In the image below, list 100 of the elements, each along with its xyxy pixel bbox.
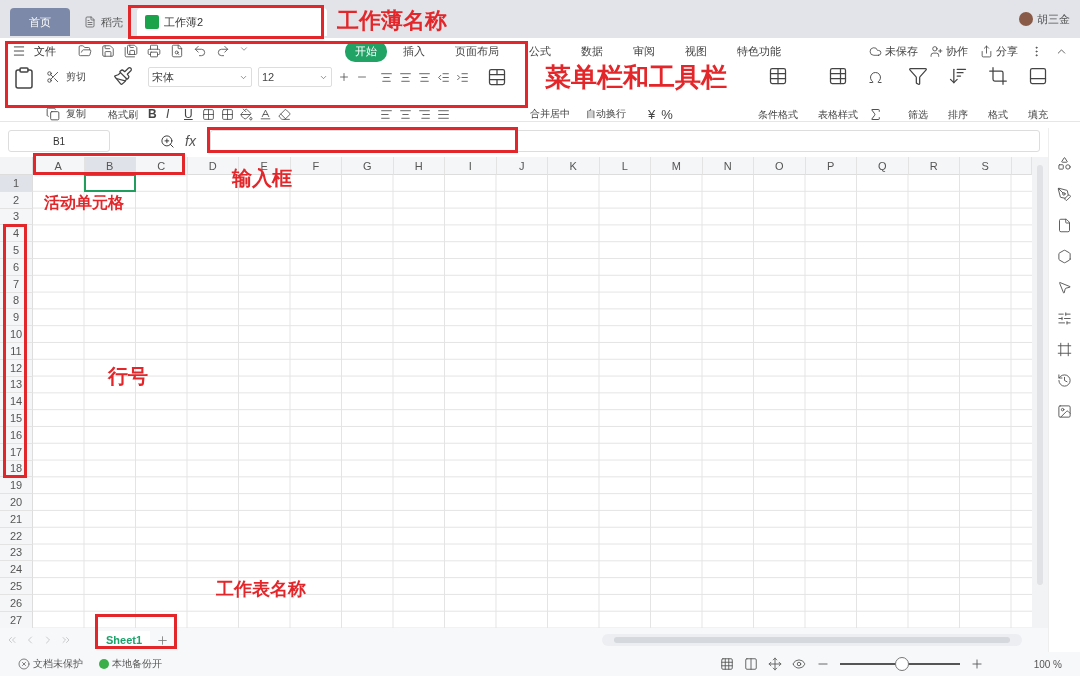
ribbon-button[interactable]: 筛选 xyxy=(898,66,938,121)
number-format-button[interactable]: ¥ xyxy=(648,106,656,122)
grow-font-icon[interactable] xyxy=(338,71,350,83)
pointer-icon[interactable] xyxy=(1057,280,1072,295)
document-tab[interactable]: 工作薄2 xyxy=(137,8,327,36)
printer-icon[interactable] xyxy=(147,44,161,58)
column-header[interactable]: K xyxy=(548,157,600,175)
font-style-button[interactable]: I xyxy=(166,107,178,121)
avatar[interactable] xyxy=(1019,12,1033,26)
menu-tab[interactable]: 公式 xyxy=(519,40,561,62)
align-middle-icon[interactable] xyxy=(399,70,412,84)
cut-label[interactable]: 剪切 xyxy=(66,70,86,84)
column-header[interactable]: O xyxy=(754,157,806,175)
align-left-icon[interactable] xyxy=(380,107,393,121)
horizontal-scrollbar[interactable] xyxy=(602,634,1022,646)
row-number[interactable]: 19 xyxy=(0,477,33,495)
column-header[interactable]: Q xyxy=(857,157,909,175)
toolbar-action[interactable]: 分享 xyxy=(980,43,1018,59)
column-header[interactable]: G xyxy=(342,157,394,175)
align-right-icon[interactable] xyxy=(418,107,431,121)
menu-icon[interactable] xyxy=(12,44,26,58)
sliders-icon[interactable] xyxy=(1057,311,1072,326)
row-number[interactable]: 24 xyxy=(0,561,33,579)
undo-icon[interactable] xyxy=(193,44,207,58)
ribbon-button[interactable]: 排序 xyxy=(938,66,978,121)
indent-increase-icon[interactable] xyxy=(456,70,469,84)
toolbar-action[interactable]: 协作 xyxy=(930,43,968,59)
number-format-button[interactable]: % xyxy=(661,106,673,122)
eraser-icon[interactable] xyxy=(278,107,291,121)
row-number[interactable]: 20 xyxy=(0,494,33,511)
active-cell[interactable] xyxy=(83,174,136,192)
formula-input[interactable] xyxy=(209,130,1040,152)
page-view-icon[interactable] xyxy=(743,657,758,671)
toolbar-action[interactable]: 未保存 xyxy=(869,43,918,59)
document-tab[interactable]: 稻壳 xyxy=(76,8,131,36)
copy-icon[interactable] xyxy=(46,107,60,121)
menu-tab[interactable]: 视图 xyxy=(675,40,717,62)
backup-status[interactable]: 本地备份开 xyxy=(99,657,162,671)
user-name[interactable]: 胡三金 xyxy=(1037,11,1070,27)
column-header[interactable]: H xyxy=(393,157,445,175)
grid-view-icon[interactable] xyxy=(719,657,734,671)
save-icon[interactable] xyxy=(101,44,115,58)
font-select[interactable]: 宋体 xyxy=(148,67,252,87)
menu-tab[interactable]: 特色功能 xyxy=(727,40,791,62)
frame-icon[interactable] xyxy=(1057,342,1072,357)
zoom-slider-thumb[interactable] xyxy=(895,657,910,671)
eye-icon[interactable] xyxy=(791,657,806,671)
wrap-text-button[interactable]: 自动换行 xyxy=(586,107,648,121)
font-color-icon[interactable] xyxy=(259,107,272,121)
menu-tab[interactable]: 页面布局 xyxy=(445,40,509,62)
ribbon-button[interactable]: 条件格式 xyxy=(748,66,808,121)
function-label[interactable]: fx xyxy=(185,133,196,149)
merge-cells-icon[interactable] xyxy=(487,67,507,87)
column-header[interactable]: N xyxy=(702,157,754,175)
border-icon[interactable] xyxy=(202,107,215,121)
merge-button[interactable]: 合并居中 xyxy=(530,107,570,121)
file-menu[interactable]: 文件 xyxy=(34,43,56,59)
menu-tab[interactable]: 数据 xyxy=(571,40,613,62)
ribbon-button[interactable]: 表格样式 xyxy=(808,66,868,121)
column-header[interactable]: L xyxy=(599,157,651,175)
align-bottom-icon[interactable] xyxy=(418,70,431,84)
shapes-icon[interactable] xyxy=(1057,156,1072,171)
format-painter-button[interactable]: 格式刷 xyxy=(98,66,148,121)
move-icon[interactable] xyxy=(767,657,782,671)
scissors-icon[interactable] xyxy=(46,70,60,84)
hexagon-icon[interactable] xyxy=(1057,249,1072,264)
history-icon[interactable] xyxy=(1057,373,1072,388)
name-box[interactable]: B1 xyxy=(8,130,110,152)
save-as-icon[interactable] xyxy=(124,44,138,58)
row-number[interactable]: 1 xyxy=(0,175,33,192)
ribbon-button[interactable]: 格式 xyxy=(978,66,1018,121)
paint-bucket-icon[interactable] xyxy=(240,107,253,121)
menu-tab[interactable]: 审阅 xyxy=(623,40,665,62)
font-style-button[interactable]: B xyxy=(148,107,160,121)
menu-tab[interactable]: 插入 xyxy=(393,40,435,62)
zoom-icon[interactable] xyxy=(160,133,175,149)
column-header[interactable]: J xyxy=(496,157,548,175)
preview-icon[interactable] xyxy=(170,44,184,58)
folder-icon[interactable] xyxy=(78,44,92,58)
align-justify-icon[interactable] xyxy=(437,107,450,121)
ribbon-button[interactable]: 填充 xyxy=(1018,66,1058,121)
row-number[interactable]: 25 xyxy=(0,578,33,595)
align-top-icon[interactable] xyxy=(380,70,393,84)
column-header[interactable]: S xyxy=(960,157,1012,175)
redo-icon[interactable] xyxy=(216,44,230,58)
column-header[interactable]: M xyxy=(651,157,703,175)
column-header[interactable]: R xyxy=(908,157,960,175)
align-center-icon[interactable] xyxy=(399,107,412,121)
sigma-icon[interactable] xyxy=(868,106,883,122)
file-icon[interactable] xyxy=(1057,218,1072,233)
clipboard-icon[interactable] xyxy=(12,66,36,90)
column-header[interactable]: P xyxy=(805,157,857,175)
omega-icon[interactable] xyxy=(868,69,883,85)
border-icon[interactable] xyxy=(221,107,234,121)
column-header[interactable]: I xyxy=(445,157,497,175)
add-sheet-icon[interactable] xyxy=(156,633,170,647)
font-style-button[interactable]: U xyxy=(184,107,196,121)
indent-decrease-icon[interactable] xyxy=(437,70,450,84)
image-icon[interactable] xyxy=(1057,404,1072,419)
protection-status[interactable]: 文档未保护 xyxy=(18,657,83,671)
